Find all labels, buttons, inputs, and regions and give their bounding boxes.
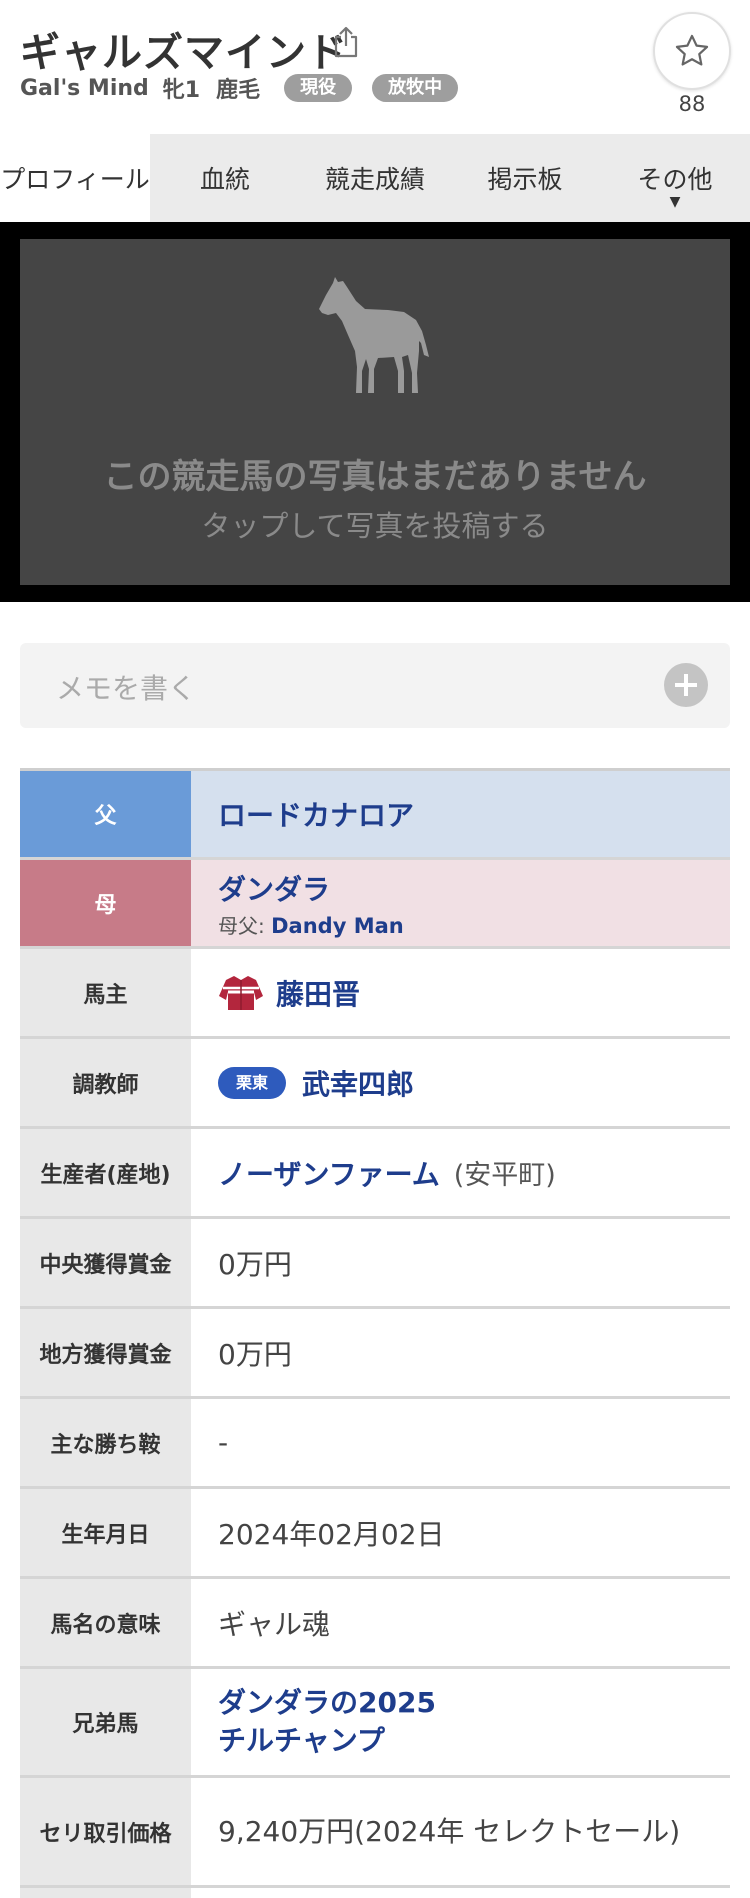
horse-name: ギャルズマインド	[20, 30, 348, 76]
coat-color: 鹿毛	[216, 78, 261, 103]
central-earnings-label: 中央獲得賞金	[20, 1219, 191, 1306]
table-row-auction: セリ取引価格 9,240万円(2024年 セレクトセール)	[20, 1778, 730, 1888]
table-row-trainer: 調教師 栗東 武幸四郎	[20, 1039, 730, 1129]
table-row-breeder: 生産者(産地) ノーザンファーム (安平町)	[20, 1129, 730, 1219]
memo-input[interactable]: メモを書く	[20, 643, 730, 728]
table-row-sire: 父 ロードカナロア	[20, 771, 730, 860]
damsire-link[interactable]: Dandy Man	[271, 914, 404, 938]
dam-link[interactable]: ダンダラ	[218, 868, 404, 908]
sex-age: 牝1	[162, 78, 201, 103]
main-wins-value: -	[191, 1399, 730, 1486]
partial-value	[191, 1888, 730, 1898]
sibling-link[interactable]: ダンダラの2025	[218, 1684, 436, 1722]
sire-label: 父	[20, 771, 191, 857]
central-earnings-value: 0万円	[191, 1219, 730, 1306]
name-meaning-label: 馬名の意味	[20, 1579, 191, 1666]
tab-pedigree[interactable]: 血統	[150, 134, 300, 222]
tab-other[interactable]: その他 ▼	[600, 134, 750, 222]
siblings-label: 兄弟馬	[20, 1669, 191, 1775]
breeder-label: 生産者(産地)	[20, 1129, 191, 1216]
table-row-dam: 母 ダンダラ 母父: Dandy Man	[20, 860, 730, 949]
main-wins-label: 主な勝ち鞍	[20, 1399, 191, 1486]
table-row-name-meaning: 馬名の意味 ギャル魂	[20, 1579, 730, 1669]
damsire-prefix: 母父:	[218, 913, 265, 938]
horse-subinfo: Gal's Mind 牝1 鹿毛 現役 放牧中	[20, 72, 478, 104]
table-row-main-wins: 主な勝ち鞍 -	[20, 1399, 730, 1489]
auction-value: 9,240万円(2024年 セレクトセール)	[191, 1778, 730, 1885]
damsire-info: 母父: Dandy Man	[218, 910, 404, 939]
table-row-central-earnings: 中央獲得賞金 0万円	[20, 1219, 730, 1309]
status-badge-resting: 放牧中	[372, 74, 459, 102]
no-photo-message: この競走馬の写真はまだありません	[103, 457, 647, 497]
table-row-birthdate: 生年月日 2024年02月02日	[20, 1489, 730, 1579]
profile-table: 父 ロードカナロア 母 ダンダラ 母父: Dandy Man 馬主 藤田晋 調教…	[20, 768, 730, 1898]
tab-race-results[interactable]: 競走成績	[300, 134, 450, 222]
trainer-link[interactable]: 武幸四郎	[302, 1063, 414, 1103]
table-row-partial	[20, 1888, 730, 1898]
horse-header: ギャルズマインド Gal's Mind 牝1 鹿毛 現役 放牧中 88	[0, 0, 750, 134]
memo-placeholder: メモを書く	[56, 672, 197, 705]
table-row-siblings: 兄弟馬 ダンダラの2025 チルチャンプ	[20, 1669, 730, 1778]
favorite-count: 88	[678, 92, 706, 116]
dam-label: 母	[20, 860, 191, 946]
auction-label: セリ取引価格	[20, 1778, 191, 1885]
owner-link[interactable]: 藤田晋	[276, 973, 360, 1013]
birthdate-value: 2024年02月02日	[191, 1489, 730, 1576]
trainer-region-badge: 栗東	[218, 1066, 287, 1099]
local-earnings-label: 地方獲得賞金	[20, 1309, 191, 1396]
dropdown-arrow-icon: ▼	[669, 194, 681, 210]
owner-label: 馬主	[20, 949, 191, 1036]
tab-bar: プロフィール 血統 競走成績 掲示板 その他 ▼	[0, 134, 750, 222]
share-icon[interactable]	[331, 25, 361, 59]
sire-link[interactable]: ロードカナロア	[218, 794, 414, 834]
upload-photo-prompt[interactable]: タップして写真を投稿する	[20, 503, 730, 545]
status-badge-active: 現役	[284, 74, 353, 102]
tab-bulletin-board[interactable]: 掲示板	[450, 134, 600, 222]
name-meaning-value: ギャル魂	[191, 1579, 730, 1666]
trainer-label: 調教師	[20, 1039, 191, 1126]
sibling-link[interactable]: チルチャンプ	[218, 1722, 436, 1760]
photo-upload-area[interactable]: この競走馬の写真はまだありません タップして写真を投稿する	[20, 239, 730, 585]
birthdate-label: 生年月日	[20, 1489, 191, 1576]
jockey-silks-icon	[219, 975, 263, 1010]
tab-other-label: その他	[637, 165, 713, 194]
table-row-local-earnings: 地方獲得賞金 0万円	[20, 1309, 730, 1399]
horse-silhouette-icon	[319, 277, 429, 393]
star-icon	[675, 34, 709, 66]
tab-profile[interactable]: プロフィール	[0, 134, 150, 222]
breeder-place: (安平町)	[453, 1160, 556, 1191]
photo-section: この競走馬の写真はまだありません タップして写真を投稿する	[0, 222, 750, 602]
horse-name-en: Gal's Mind	[20, 75, 149, 101]
partial-label	[20, 1888, 191, 1898]
add-memo-plus-icon[interactable]	[664, 663, 708, 707]
table-row-owner: 馬主 藤田晋	[20, 949, 730, 1039]
breeder-link[interactable]: ノーザンファーム	[218, 1153, 440, 1193]
favorite-button[interactable]	[653, 12, 731, 90]
local-earnings-value: 0万円	[191, 1309, 730, 1396]
